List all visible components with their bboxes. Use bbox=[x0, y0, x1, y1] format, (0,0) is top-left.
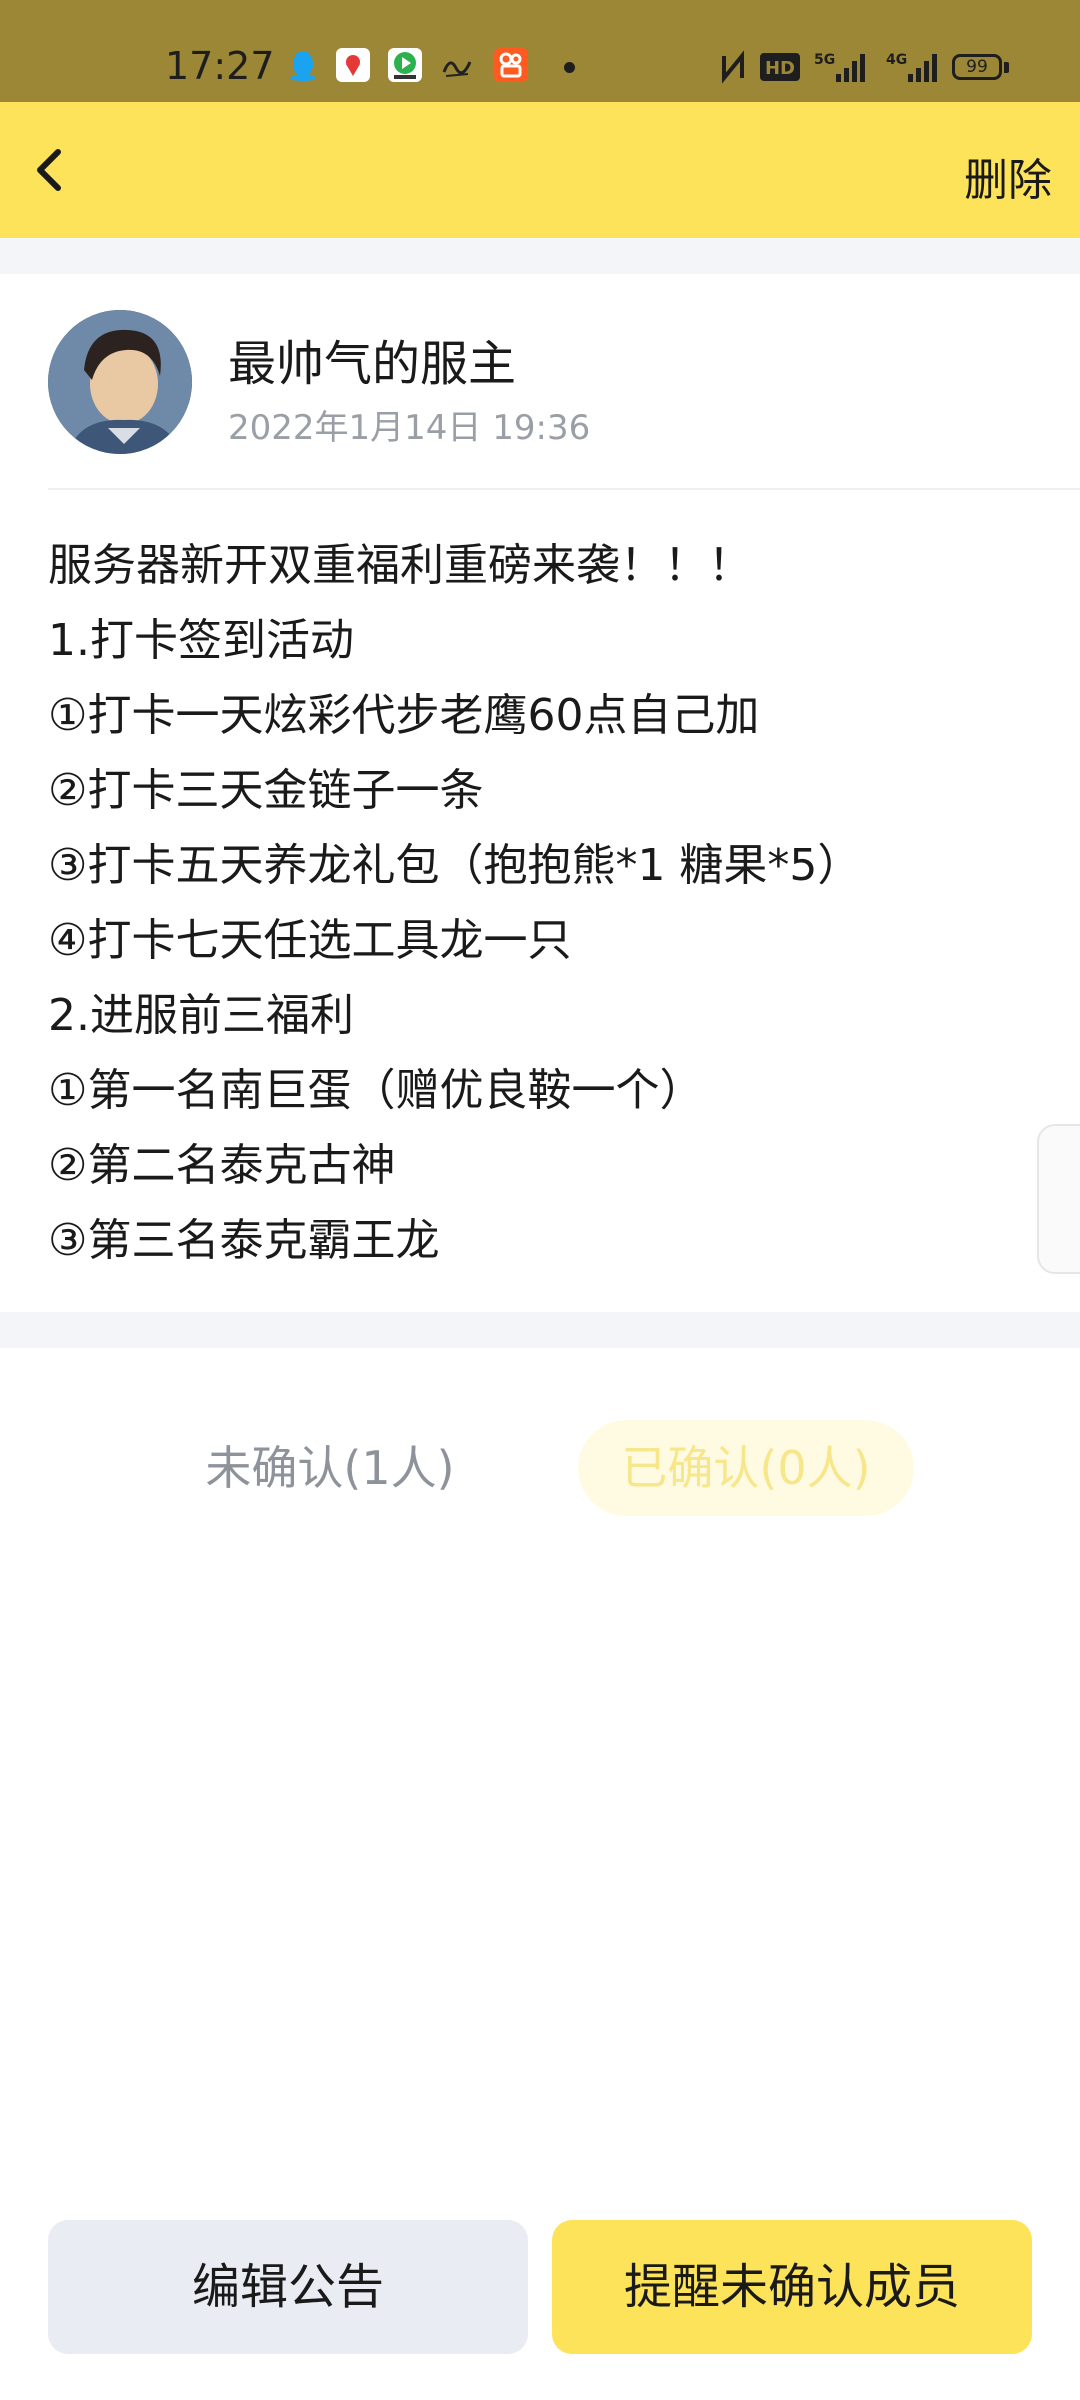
remind-unconfirmed-button[interactable]: 提醒未确认成员 bbox=[552, 2220, 1032, 2354]
delete-button[interactable]: 删除 bbox=[964, 144, 1052, 208]
video-icon bbox=[388, 48, 422, 82]
content-line: 1.打卡签到活动 bbox=[48, 615, 354, 666]
section-gap bbox=[0, 238, 1080, 274]
content-line: ③打卡五天养龙礼包（抱抱熊*1 糖果*5） bbox=[48, 840, 862, 891]
nfc-icon bbox=[720, 50, 746, 84]
post-timestamp: 2022年1月14日 19:36 bbox=[228, 408, 591, 448]
svg-text:4G: 4G bbox=[886, 52, 907, 68]
section-gap bbox=[0, 1312, 1080, 1348]
avatar[interactable] bbox=[48, 310, 192, 454]
xuexi-icon bbox=[440, 48, 474, 82]
battery-tip bbox=[1004, 62, 1009, 73]
announcement-content: 服务器新开双重福利重磅来袭！！！ 1.打卡签到活动 ①打卡一天炫彩代步老鹰60点… bbox=[48, 528, 1038, 1278]
content-line: 服务器新开双重福利重磅来袭！！！ bbox=[48, 540, 752, 591]
content-line: 2.进服前三福利 bbox=[48, 990, 354, 1041]
maps-icon bbox=[336, 48, 370, 82]
content-line: ①第一名南巨蛋（赠优良鞍一个） bbox=[48, 1065, 704, 1116]
side-drawer-handle[interactable] bbox=[1037, 1124, 1080, 1274]
content-line: ①打卡一天炫彩代步老鹰60点自己加 bbox=[48, 690, 760, 741]
4g-signal-icon: 4G bbox=[886, 50, 942, 84]
tab-confirmed[interactable]: 已确认(0人) bbox=[578, 1420, 914, 1516]
author-name: 最帅气的服主 bbox=[228, 336, 517, 392]
status-bar: 17:27 HD 5G 4G 99 bbox=[0, 0, 1080, 102]
5g-signal-icon: 5G bbox=[814, 50, 870, 84]
status-time: 17:27 bbox=[165, 44, 275, 88]
notification-dot bbox=[564, 62, 575, 73]
svg-text:5G: 5G bbox=[814, 52, 835, 68]
back-button[interactable] bbox=[14, 130, 94, 210]
content-line: ③第三名泰克霸王龙 bbox=[48, 1215, 440, 1266]
edit-announcement-button[interactable]: 编辑公告 bbox=[48, 2220, 528, 2354]
content-line: ②第二名泰克古神 bbox=[48, 1140, 396, 1191]
top-nav-bar: 删除 bbox=[0, 102, 1080, 238]
qq-icon bbox=[286, 48, 320, 82]
svg-text:HD: HD bbox=[765, 58, 795, 79]
chevron-left-icon bbox=[37, 149, 61, 191]
content-line: ④打卡七天任选工具龙一只 bbox=[48, 915, 572, 966]
tab-unconfirmed[interactable]: 未确认(1人) bbox=[170, 1420, 490, 1516]
hd-icon: HD bbox=[760, 50, 800, 84]
divider bbox=[48, 488, 1080, 490]
kuaishou-icon bbox=[494, 48, 528, 82]
content-line: ②打卡三天金链子一条 bbox=[48, 765, 484, 816]
battery-icon: 99 bbox=[952, 54, 1002, 80]
